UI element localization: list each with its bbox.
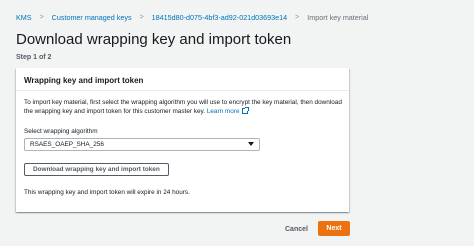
breadcrumb-key-id[interactable]: 18415d80-d075-4bf3-ad92-021d03693e14: [152, 13, 288, 22]
next-button[interactable]: Next: [318, 221, 350, 236]
wrapping-key-panel: Wrapping key and import token To import …: [16, 68, 349, 212]
breadcrumb-current: Import key material: [307, 13, 369, 22]
panel-description: To import key material, first select the…: [24, 98, 346, 117]
selected-algorithm: RSAES_OAEP_SHA_256: [30, 140, 104, 148]
step-indicator: Step 1 of 2: [16, 54, 52, 61]
wrapping-algorithm-select[interactable]: RSAES_OAEP_SHA_256: [24, 137, 260, 151]
caret-down-icon: [248, 142, 254, 147]
learn-more-link[interactable]: Learn more: [206, 107, 249, 116]
breadcrumb: KMS > Customer managed keys > 18415d80-d…: [16, 13, 368, 22]
panel-body: To import key material, first select the…: [16, 91, 349, 196]
download-wrapping-key-button[interactable]: Download wrapping key and import token: [24, 162, 169, 176]
cancel-button[interactable]: Cancel: [281, 223, 312, 236]
description-text: To import key material, first select the…: [24, 99, 342, 116]
panel-title: Wrapping key and import token: [24, 76, 144, 85]
breadcrumb-customer-managed-keys[interactable]: Customer managed keys: [52, 13, 132, 22]
panel-header: Wrapping key and import token: [16, 68, 349, 91]
breadcrumb-kms[interactable]: KMS: [16, 13, 32, 22]
external-link-icon: [241, 107, 249, 115]
breadcrumb-separator: >: [139, 14, 144, 21]
breadcrumb-separator: >: [39, 14, 44, 21]
learn-more-label: Learn more: [206, 108, 240, 116]
algorithm-label: Select wrapping algorithm: [24, 127, 98, 135]
page-title: Download wrapping key and import token: [16, 31, 292, 48]
expiry-note: This wrapping key and import token will …: [24, 188, 190, 196]
breadcrumb-separator: >: [295, 14, 300, 21]
